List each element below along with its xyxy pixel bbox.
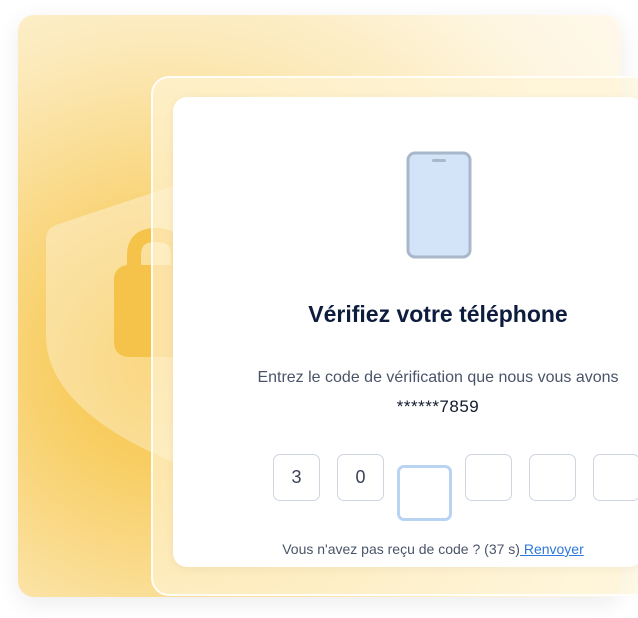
code-digit-input-1[interactable]: 3 [273,454,320,501]
verification-card: Vérifiez votre téléphone Entrez le code … [173,97,638,567]
code-digit-input-3[interactable] [397,465,452,521]
code-digit-input-6[interactable] [593,454,638,501]
instructions-text: Entrez le code de vérification que nous … [257,369,619,386]
code-digit-input-2[interactable]: 0 [337,454,384,501]
smartphone-icon [406,151,472,259]
resend-link[interactable]: Renvoyer [520,541,584,557]
code-digit-input-4[interactable] [465,454,512,501]
masked-phone-number: ******7859 [396,397,480,416]
resend-prompt: Vous n'avez pas reçu de code ? (37 s) [282,541,520,557]
page-title: Vérifiez votre téléphone [308,301,568,327]
code-digit-input-5[interactable] [529,454,576,501]
resend-line: Vous n'avez pas reçu de code ? (37 s) Re… [173,541,638,557]
